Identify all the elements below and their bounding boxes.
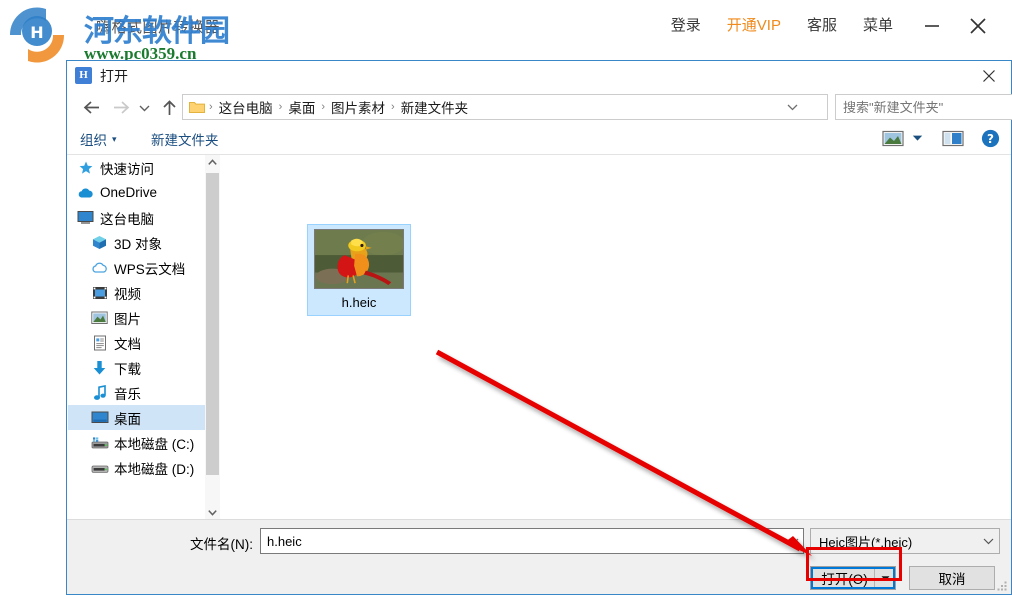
sidebar-label: 快速访问 (100, 161, 154, 177)
search-box[interactable] (835, 94, 1012, 120)
file-name-label: h.heic (341, 295, 377, 310)
file-item-h-heic[interactable]: h.heic (307, 224, 411, 316)
pin-star-icon (76, 159, 95, 176)
svg-text:?: ? (987, 132, 994, 146)
app-title: 嗨格式图片转换器 (96, 19, 221, 36)
golden-pheasant-photo (315, 230, 403, 288)
file-name-input[interactable] (261, 532, 783, 550)
back-arrow-icon[interactable] (79, 95, 104, 120)
sidebar-item-quick-access[interactable]: 快速访问 (68, 155, 211, 180)
sidebar-item-local-disk-c[interactable]: 本地磁盘 (C:) (68, 430, 211, 455)
breadcrumb-item-3[interactable]: 新建文件夹 (396, 97, 474, 117)
sidebar-label: 这台电脑 (100, 211, 154, 227)
view-chevron-down-icon[interactable] (909, 128, 925, 148)
sidebar-item-videos[interactable]: 视频 (68, 280, 211, 305)
folder-icon (189, 101, 205, 113)
organize-button[interactable]: 组织 ▾ (80, 129, 117, 149)
dialog-toolbar: 组织 ▾ 新建文件夹 ? (67, 124, 1011, 155)
music-icon (90, 384, 109, 401)
sidebar-item-local-disk-d[interactable]: 本地磁盘 (D:) (68, 455, 211, 480)
open-vip-button[interactable]: 开通VIP (714, 14, 794, 38)
navigation-sidebar: 快速访问 OneDrive 这台电脑 3D 对象 WPS云文档 视频 图片 文档… (68, 155, 212, 520)
support-button[interactable]: 客服 (794, 14, 850, 38)
menu-button[interactable]: 菜单 (850, 14, 906, 38)
sidebar-item-music[interactable]: 音乐 (68, 380, 211, 405)
sidebar-label: 视频 (114, 286, 141, 302)
dialog-titlebar: H 打开 (67, 61, 1011, 90)
chevron-down-icon: ▾ (112, 133, 117, 144)
help-icon[interactable]: ? (979, 128, 1001, 148)
file-name-combobox[interactable] (260, 528, 804, 554)
sidebar-label: 文档 (114, 336, 141, 352)
app-titlebar: 嗨格式图片转换器 登录 开通VIP 客服 菜单 (0, 0, 1012, 55)
sidebar-item-documents[interactable]: 文档 (68, 330, 211, 355)
sidebar-label: 图片 (114, 311, 141, 327)
minimize-icon[interactable] (912, 13, 952, 39)
dialog-close-icon[interactable] (967, 61, 1011, 90)
address-bar[interactable]: › 这台电脑 › 桌面 › 图片素材 › 新建文件夹 (182, 94, 828, 120)
up-arrow-icon[interactable] (157, 95, 182, 120)
sidebar-item-desktop[interactable]: 桌面 (68, 405, 211, 430)
scroll-up-icon[interactable] (205, 155, 220, 170)
sidebar-item-downloads[interactable]: 下载 (68, 355, 211, 380)
app-small-icon-letter: H (79, 69, 88, 81)
sidebar-label: 本地磁盘 (C:) (114, 436, 195, 452)
breadcrumb-item-2[interactable]: 图片素材 (326, 97, 390, 117)
hard-drive-icon (90, 459, 109, 476)
open-file-dialog: H 打开 › 这台电脑 › 桌面 › 图片素材 › 新建文件夹 搜索"新建文件夹… (66, 60, 1012, 595)
download-icon (90, 359, 109, 376)
sidebar-item-onedrive[interactable]: OneDrive (68, 180, 211, 205)
sidebar-item-this-pc[interactable]: 这台电脑 (68, 205, 211, 230)
sidebar-label: 本地磁盘 (D:) (114, 461, 195, 477)
video-icon (90, 284, 109, 301)
desktop-icon (90, 409, 109, 426)
navigation-row: › 这台电脑 › 桌面 › 图片素材 › 新建文件夹 (67, 91, 1012, 124)
sidebar-label: 3D 对象 (114, 236, 163, 252)
scroll-down-icon[interactable] (205, 505, 220, 520)
breadcrumb-item-1[interactable]: 桌面 (283, 97, 320, 117)
wps-cloud-icon (90, 259, 109, 276)
sidebar-label: 下载 (114, 361, 141, 377)
address-chevron-down-icon[interactable] (783, 95, 801, 119)
close-icon[interactable] (958, 13, 998, 39)
cube-icon (90, 234, 109, 251)
app-small-icon: H (75, 67, 92, 84)
file-list-pane[interactable]: h.heic (221, 155, 1010, 520)
file-name-chevron-down-icon[interactable] (783, 537, 803, 545)
open-button-highlight-box (806, 547, 902, 581)
sidebar-label: 音乐 (114, 386, 141, 402)
cancel-button[interactable]: 取消 (909, 566, 995, 590)
forward-arrow-icon (109, 95, 134, 120)
sidebar-label: OneDrive (100, 185, 158, 200)
new-folder-button[interactable]: 新建文件夹 (151, 129, 219, 149)
file-name-field-label: 文件名(N): (190, 537, 253, 552)
computer-icon (76, 209, 95, 226)
app-header-nav: 登录 开通VIP 客服 菜单 (658, 13, 998, 39)
login-button[interactable]: 登录 (658, 14, 714, 38)
filter-chevron-down-icon (977, 537, 999, 545)
sidebar-label: 桌面 (114, 411, 141, 427)
preview-pane-icon[interactable] (941, 128, 965, 148)
dialog-title: 打开 (100, 68, 128, 84)
picture-icon (90, 309, 109, 326)
sidebar-scrollbar[interactable] (205, 155, 220, 520)
search-input[interactable] (836, 98, 1012, 116)
sidebar-item-wps-cloud[interactable]: WPS云文档 (68, 255, 211, 280)
dialog-body: 快速访问 OneDrive 这台电脑 3D 对象 WPS云文档 视频 图片 文档… (67, 155, 1011, 594)
organize-label: 组织 (80, 133, 107, 148)
sidebar-item-pictures[interactable]: 图片 (68, 305, 211, 330)
resize-grip-icon[interactable] (997, 580, 1008, 591)
file-thumbnail (314, 229, 404, 289)
sidebar-item-3d-objects[interactable]: 3D 对象 (68, 230, 211, 255)
sidebar-label: WPS云文档 (114, 261, 186, 277)
cloud-icon (76, 184, 95, 201)
hard-drive-system-icon (90, 434, 109, 451)
document-icon (90, 334, 109, 351)
scrollbar-thumb[interactable] (206, 173, 219, 475)
recent-locations-chevron-down-icon[interactable] (135, 95, 153, 120)
breadcrumb-item-0[interactable]: 这台电脑 (214, 97, 278, 117)
view-layout-icon[interactable] (881, 128, 905, 148)
